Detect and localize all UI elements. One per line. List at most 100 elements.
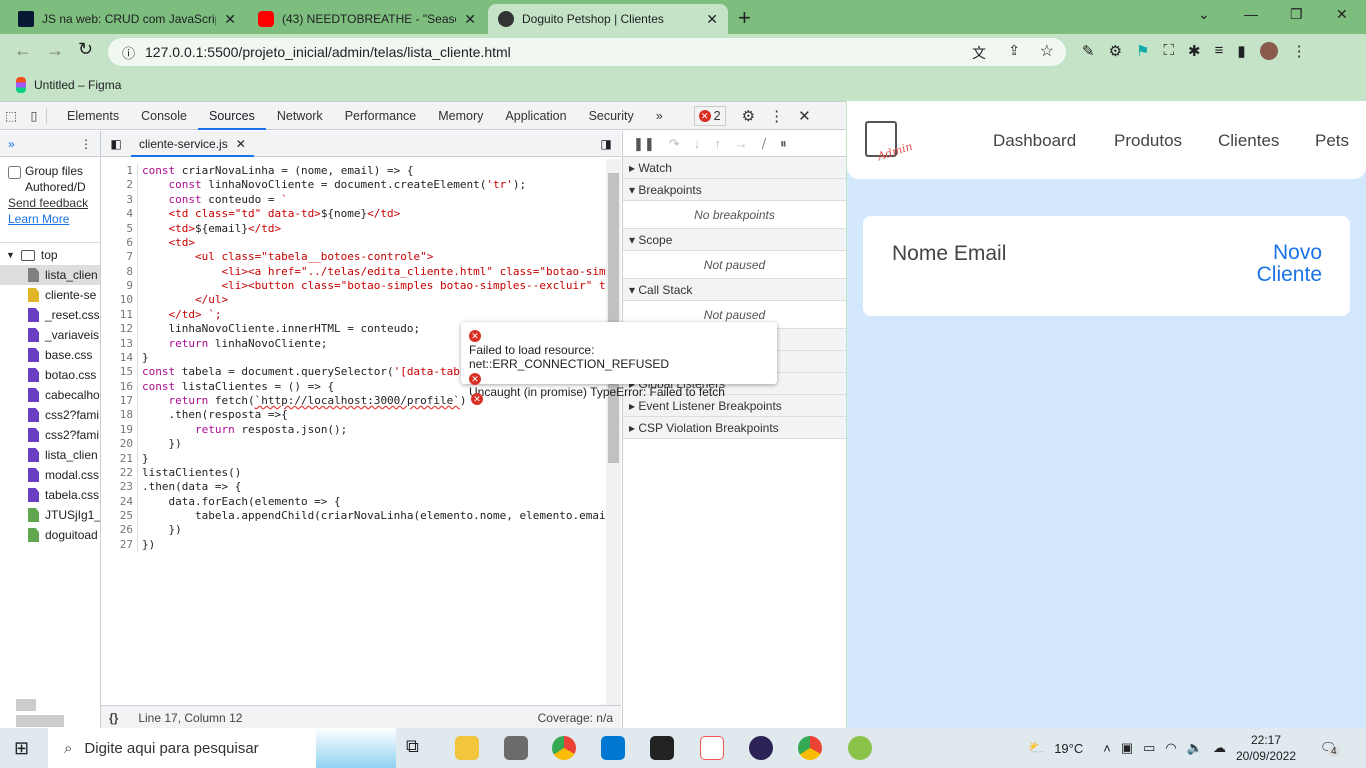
wifi-icon[interactable]: ◠ [1165,740,1176,756]
line-number[interactable]: 12 [101,322,138,337]
section-breakpoints[interactable]: ▾ Breakpoints [623,179,846,201]
tab-security[interactable]: Security [578,102,645,130]
side-panel-icon[interactable]: ▮ [1237,42,1245,60]
section-csp-breakpoints[interactable]: ▸ CSP Violation Breakpoints [623,417,846,439]
new-client-link[interactable]: Novo Cliente [1257,242,1322,286]
code-line[interactable]: 24 data.forEach(elemento => { [101,494,606,509]
file-item[interactable]: JTUSjIg1_i [0,505,100,525]
close-window-button[interactable]: ✕ [1336,6,1348,23]
line-number[interactable]: 24 [101,494,138,509]
tab-performance[interactable]: Performance [334,102,428,130]
code-line[interactable]: 1 const criarNovaLinha = (nome, email) =>… [101,164,606,179]
chrome-profile-icon[interactable] [798,736,822,760]
step-out-icon[interactable]: ↑ [714,136,721,151]
tab-search-icon[interactable]: ⌄ [1198,6,1210,23]
file-item[interactable]: lista_clien [0,265,100,285]
close-icon[interactable]: ✕ [706,11,718,28]
file-tab[interactable]: cliente-service.js ✕ [131,131,254,157]
nav-pets[interactable]: Pets [1315,131,1349,151]
pause-on-exceptions-icon[interactable]: ⏸ [780,136,787,152]
bookmark-figma[interactable]: Untitled – Figma [34,78,121,92]
vscode-icon[interactable] [601,736,625,760]
line-number[interactable]: 13 [101,336,138,351]
battery-icon[interactable]: ▭ [1143,740,1155,756]
line-number[interactable]: 21 [101,451,138,466]
browser-tab-youtube[interactable]: (43) NEEDTOBREATHE - "Seasons ✕ [248,4,486,34]
code-line[interactable]: 11 </td> `; [101,307,606,323]
avatar[interactable] [1259,42,1278,60]
line-number[interactable]: 3 [101,192,138,208]
tab-sources[interactable]: Sources [197,102,266,130]
pause-icon[interactable]: ❚❚ [633,136,655,152]
code-line[interactable]: 18 .then(resposta =>{ [101,408,606,423]
code-line[interactable]: 10 </ul> [101,293,606,308]
camera-icon[interactable]: ▣ [1121,740,1133,756]
line-number[interactable]: 17 [101,394,138,409]
extension-icon[interactable]: ✎ [1082,42,1095,60]
line-number[interactable]: 22 [101,465,138,481]
toggle-debugger-icon[interactable]: ◨ [591,137,621,151]
section-watch[interactable]: ▸ Watch [623,157,846,179]
info-icon[interactable]: ⓘ [122,43,135,62]
horizontal-scrollbar[interactable] [16,715,64,727]
error-count-badge[interactable]: ✕ 2 [693,105,726,126]
send-feedback-link[interactable]: Send feedback [8,195,100,211]
close-icon[interactable]: ✕ [224,11,236,28]
settings-gear-icon[interactable]: ⚙ [742,107,755,125]
line-number[interactable]: 5 [101,221,138,236]
nav-clientes[interactable]: Clientes [1218,131,1279,151]
taskbar-search[interactable]: ⌕ Digite aqui para pesquisar [48,728,396,768]
file-item[interactable]: lista_clien [0,445,100,465]
extension-icon[interactable]: ⚑ [1136,42,1149,60]
line-number[interactable]: 9 [101,279,138,294]
line-number[interactable]: 14 [101,350,138,366]
eclipse-icon[interactable] [749,736,773,760]
more-panes-icon[interactable]: » [8,137,15,151]
clock[interactable]: 22:17 20/09/2022 [1236,732,1296,764]
minimize-button[interactable]: — [1244,6,1258,22]
show-hidden-icons[interactable]: ˄ [1103,741,1111,756]
media-icon[interactable]: ≡ [1215,42,1224,60]
deactivate-breakpoints-icon[interactable]: ⧸ [762,136,766,152]
line-number[interactable]: 1 [101,164,138,179]
section-scope[interactable]: ▾ Scope [623,229,846,251]
file-item[interactable]: css2?fami [0,405,100,425]
vertical-scrollbar[interactable] [606,159,621,714]
code-line[interactable]: 6 <td> [101,235,606,251]
file-item[interactable]: base.css [0,345,100,365]
screenshot-icon[interactable]: ⛶ [1163,42,1174,60]
nav-produtos[interactable]: Produtos [1114,131,1182,151]
code-line[interactable]: 8 <li><a href="../telas/edita_cliente.ht… [101,264,606,279]
share-icon[interactable]: ⇪ [1008,42,1020,59]
file-item[interactable]: cliente-se [0,285,100,305]
tab-elements[interactable]: Elements [56,102,130,130]
code-line[interactable]: 22 listaClientes() [101,465,606,481]
step-into-icon[interactable]: ↓ [694,136,701,151]
horizontal-scrollbar[interactable] [16,699,36,711]
android-studio-icon[interactable] [848,736,872,760]
pretty-print-button[interactable]: {} [109,711,118,725]
new-tab-button[interactable]: + [738,5,751,31]
tab-network[interactable]: Network [266,102,334,130]
snipping-tool-icon[interactable] [700,736,724,760]
line-number[interactable]: 7 [101,250,138,265]
browser-tab-alura[interactable]: JS na web: CRUD com JavaScript ✕ [8,4,246,34]
toggle-navigator-icon[interactable]: ◧ [101,137,131,151]
device-toggle-icon[interactable]: ▯ [22,108,46,123]
file-item[interactable]: botao.css [0,365,100,385]
nav-dashboard[interactable]: Dashboard [993,131,1076,151]
tab-memory[interactable]: Memory [427,102,494,130]
code-line[interactable]: 23 .then(data => { [101,480,606,495]
line-number[interactable]: 10 [101,293,138,308]
code-line[interactable]: 9 <li><button class="botao-simples botao… [101,279,606,294]
code-line[interactable]: 3 const conteudo = ` [101,192,606,208]
line-number[interactable]: 6 [101,235,138,251]
tree-top[interactable]: ▼ top [0,245,100,265]
line-number[interactable]: 2 [101,178,138,193]
weather-temp[interactable]: 19°C [1054,741,1083,756]
onedrive-error-icon[interactable]: ☁ [1213,740,1226,756]
inspect-icon[interactable]: ⬚ [0,108,22,123]
file-explorer-icon[interactable] [455,736,479,760]
close-icon[interactable]: ✕ [236,131,246,155]
file-item[interactable]: _variaveis. [0,325,100,345]
